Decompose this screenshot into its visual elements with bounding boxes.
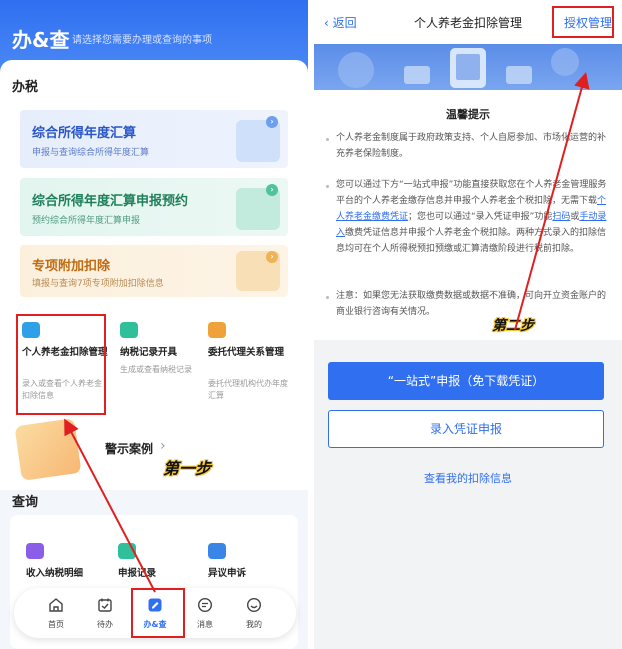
phone-illustration-icon [338, 48, 579, 88]
card-title: 专项附加扣除 [32, 259, 111, 274]
chevron-right-icon: › [266, 184, 278, 196]
tab-todo[interactable]: 待办 [80, 588, 130, 638]
chevron-right-icon: › [160, 438, 166, 454]
agent-person-icon [208, 322, 226, 338]
tile-title: 委托代理关系管理 [208, 347, 285, 358]
card-settlement-booking[interactable]: 综合所得年度汇算申报预约 预约综合所得年度汇算申报 › [20, 178, 288, 236]
section-title-tax: 办税 [12, 80, 39, 95]
notice-title: 温馨提示 [446, 108, 490, 121]
smile-icon [246, 597, 262, 613]
right-screen: ‹ 返回 个人养老金扣除管理 授权管理 温馨提示 个人养老金制度属于政府政策支持… [314, 0, 622, 649]
left-screen: 办&查 请选择您需要办理或查询的事项 办税 综合所得年度汇算 申报与查询综合所得… [0, 0, 308, 649]
tile-subtitle: 委托代理机构代办年度汇算 [208, 379, 288, 400]
tile-title: 异议申诉 [208, 568, 247, 579]
tile-title: 纳税记录开具 [120, 347, 178, 358]
tab-label: 待办 [97, 620, 113, 629]
chevron-right-icon: › [266, 116, 278, 128]
bullet-dot [326, 138, 329, 141]
page-title: 办&查 [12, 28, 70, 52]
warning-folder-icon [14, 418, 82, 481]
dispute-icon [208, 543, 226, 559]
calendar-check-icon [98, 598, 112, 612]
view-deduction-link[interactable]: 查看我的扣除信息 [314, 470, 622, 486]
warning-cases-label: 警示案例 [105, 442, 154, 456]
step1-annotation: 第一步 [163, 459, 212, 478]
enter-voucher-button[interactable]: 录入凭证申报 [328, 410, 604, 448]
annotation-box-auth [552, 6, 614, 38]
section-title-query: 查询 [12, 495, 39, 510]
banner-image [314, 44, 622, 90]
receipt-icon [120, 322, 138, 338]
tile-agent-relation[interactable]: 委托代理关系管理 委托代理机构代办年度汇算 [208, 322, 294, 412]
scan-code-link[interactable]: 扫码 [552, 212, 570, 222]
wallet-icon [26, 543, 44, 559]
tab-label: 我的 [246, 620, 262, 629]
tab-mine[interactable]: 我的 [229, 588, 279, 638]
card-annual-settlement[interactable]: 综合所得年度汇算 申报与查询综合所得年度汇算 › [20, 110, 288, 168]
notice-paragraph-2: 您可以通过下方“一站式申报”功能直接获取您在个人养老金管理服务平台的个人养老金缴… [336, 180, 607, 254]
notice-paragraph-1: 个人养老金制度属于政府政策支持、个人自愿参加、市场化运营的补充养老保险制度。 [336, 133, 607, 159]
card-title: 综合所得年度汇算申报预约 [32, 194, 189, 209]
record-icon [118, 543, 136, 559]
tab-home[interactable]: 首页 [31, 588, 81, 638]
tile-title: 收入纳税明细 [26, 568, 84, 579]
warning-cases-row[interactable]: 警示案例 › [10, 418, 300, 481]
tab-messages[interactable]: 消息 [180, 588, 230, 638]
message-icon [197, 597, 213, 613]
card-subtitle: 申报与查询综合所得年度汇算 [32, 148, 150, 158]
search-hint[interactable]: 请选择您需要办理或查询的事项 [72, 31, 212, 46]
card-title: 综合所得年度汇算 [32, 126, 137, 141]
bullet-dot [326, 185, 329, 188]
tile-subtitle: 生成或查看纳税记录 [120, 365, 192, 374]
annotation-box-step1 [16, 314, 106, 415]
step2-annotation: 第二步 [492, 318, 534, 334]
card-subtitle: 预约综合所得年度汇算申报 [32, 216, 141, 226]
tile-title: 申报记录 [118, 568, 157, 579]
chevron-right-icon: › [266, 251, 278, 263]
home-icon [49, 598, 63, 612]
tab-label: 首页 [48, 620, 64, 629]
annotation-box-tab [131, 588, 185, 638]
tab-label: 消息 [197, 620, 213, 629]
one-stop-declare-button[interactable]: “一站式”申报（免下载凭证） [328, 362, 604, 400]
card-subtitle: 填报与查询7项专项附加扣除信息 [32, 279, 164, 289]
bullet-dot [326, 296, 329, 299]
notice-paragraph-3: 注意：如果您无法获取缴费数据或数据不准确，可向开立资金账户的商业银行咨询有关情况… [336, 291, 607, 317]
tile-tax-record[interactable]: 纳税记录开具 生成或查看纳税记录 [120, 322, 206, 412]
card-special-deduction[interactable]: 专项附加扣除 填报与查询7项专项附加扣除信息 › [20, 245, 288, 297]
